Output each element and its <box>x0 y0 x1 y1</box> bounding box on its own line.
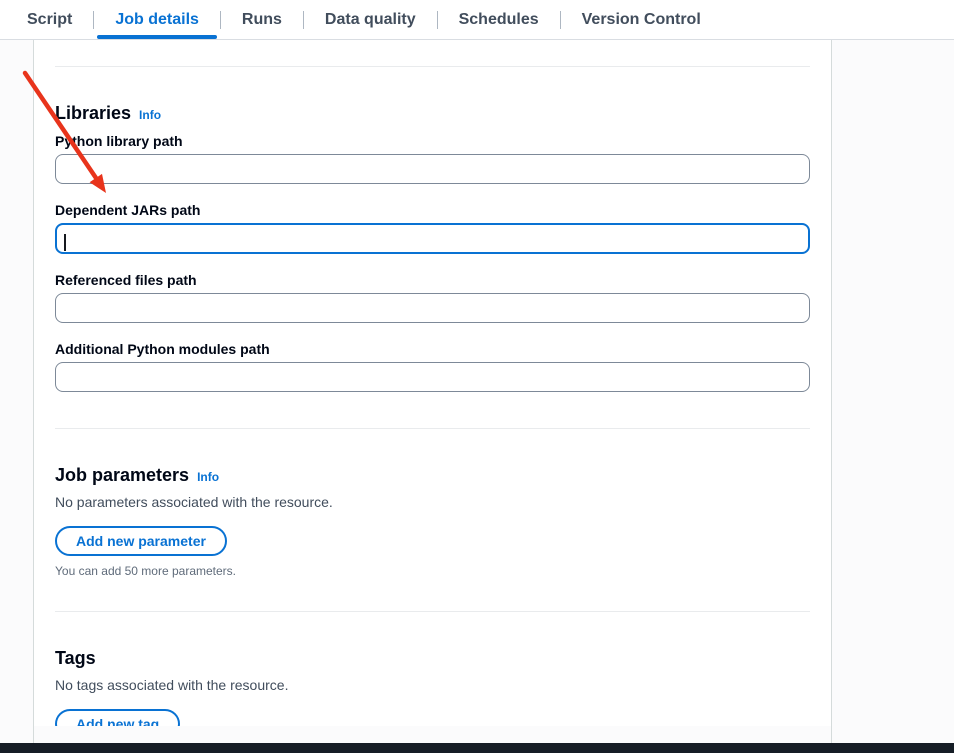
job-details-panel: Libraries Info Python library path Depen… <box>34 40 831 726</box>
main-area: Libraries Info Python library path Depen… <box>0 40 954 743</box>
section-divider <box>55 611 810 612</box>
additional-python-modules-path-input[interactable] <box>55 362 810 392</box>
python-library-path-label: Python library path <box>55 132 810 150</box>
text-cursor <box>64 234 66 251</box>
tab-runs[interactable]: Runs <box>221 0 303 39</box>
tags-empty-message: No tags associated with the resource. <box>55 675 810 695</box>
tab-job-details[interactable]: Job details <box>94 0 220 39</box>
tab-version-control[interactable]: Version Control <box>561 0 722 39</box>
section-divider <box>55 428 810 429</box>
left-gutter <box>0 40 34 743</box>
tab-script[interactable]: Script <box>6 0 93 39</box>
job-parameters-info-link[interactable]: Info <box>197 470 219 484</box>
panel-filler <box>34 726 831 743</box>
window-bottom-bar <box>0 743 954 753</box>
section-divider <box>55 66 810 67</box>
python-library-path-field <box>55 154 810 184</box>
tab-schedules[interactable]: Schedules <box>438 0 560 39</box>
tab-data-quality[interactable]: Data quality <box>304 0 437 39</box>
job-parameters-title: Job parameters <box>55 465 189 485</box>
job-parameters-helper-text: You can add 50 more parameters. <box>55 564 810 578</box>
additional-python-modules-path-field <box>55 362 810 392</box>
dependent-jars-path-field <box>55 223 810 254</box>
tags-title: Tags <box>55 648 96 668</box>
additional-python-modules-path-label: Additional Python modules path <box>55 340 810 358</box>
right-gutter <box>831 40 954 743</box>
add-new-parameter-button[interactable]: Add new parameter <box>55 526 227 556</box>
python-library-path-input[interactable] <box>55 154 810 184</box>
referenced-files-path-input[interactable] <box>55 293 810 323</box>
libraries-section-heading: Libraries Info <box>55 103 810 123</box>
content-column: Libraries Info Python library path Depen… <box>34 40 831 743</box>
dependent-jars-path-input[interactable] <box>55 223 810 254</box>
tab-bar: Script Job details Runs Data quality Sch… <box>0 0 954 40</box>
libraries-title: Libraries <box>55 103 131 123</box>
job-parameters-section-heading: Job parameters Info <box>55 465 810 485</box>
referenced-files-path-label: Referenced files path <box>55 271 810 289</box>
libraries-info-link[interactable]: Info <box>139 108 161 122</box>
tags-section-heading: Tags <box>55 648 810 668</box>
dependent-jars-path-label: Dependent JARs path <box>55 201 810 219</box>
referenced-files-path-field <box>55 293 810 323</box>
job-parameters-empty-message: No parameters associated with the resour… <box>55 492 810 512</box>
